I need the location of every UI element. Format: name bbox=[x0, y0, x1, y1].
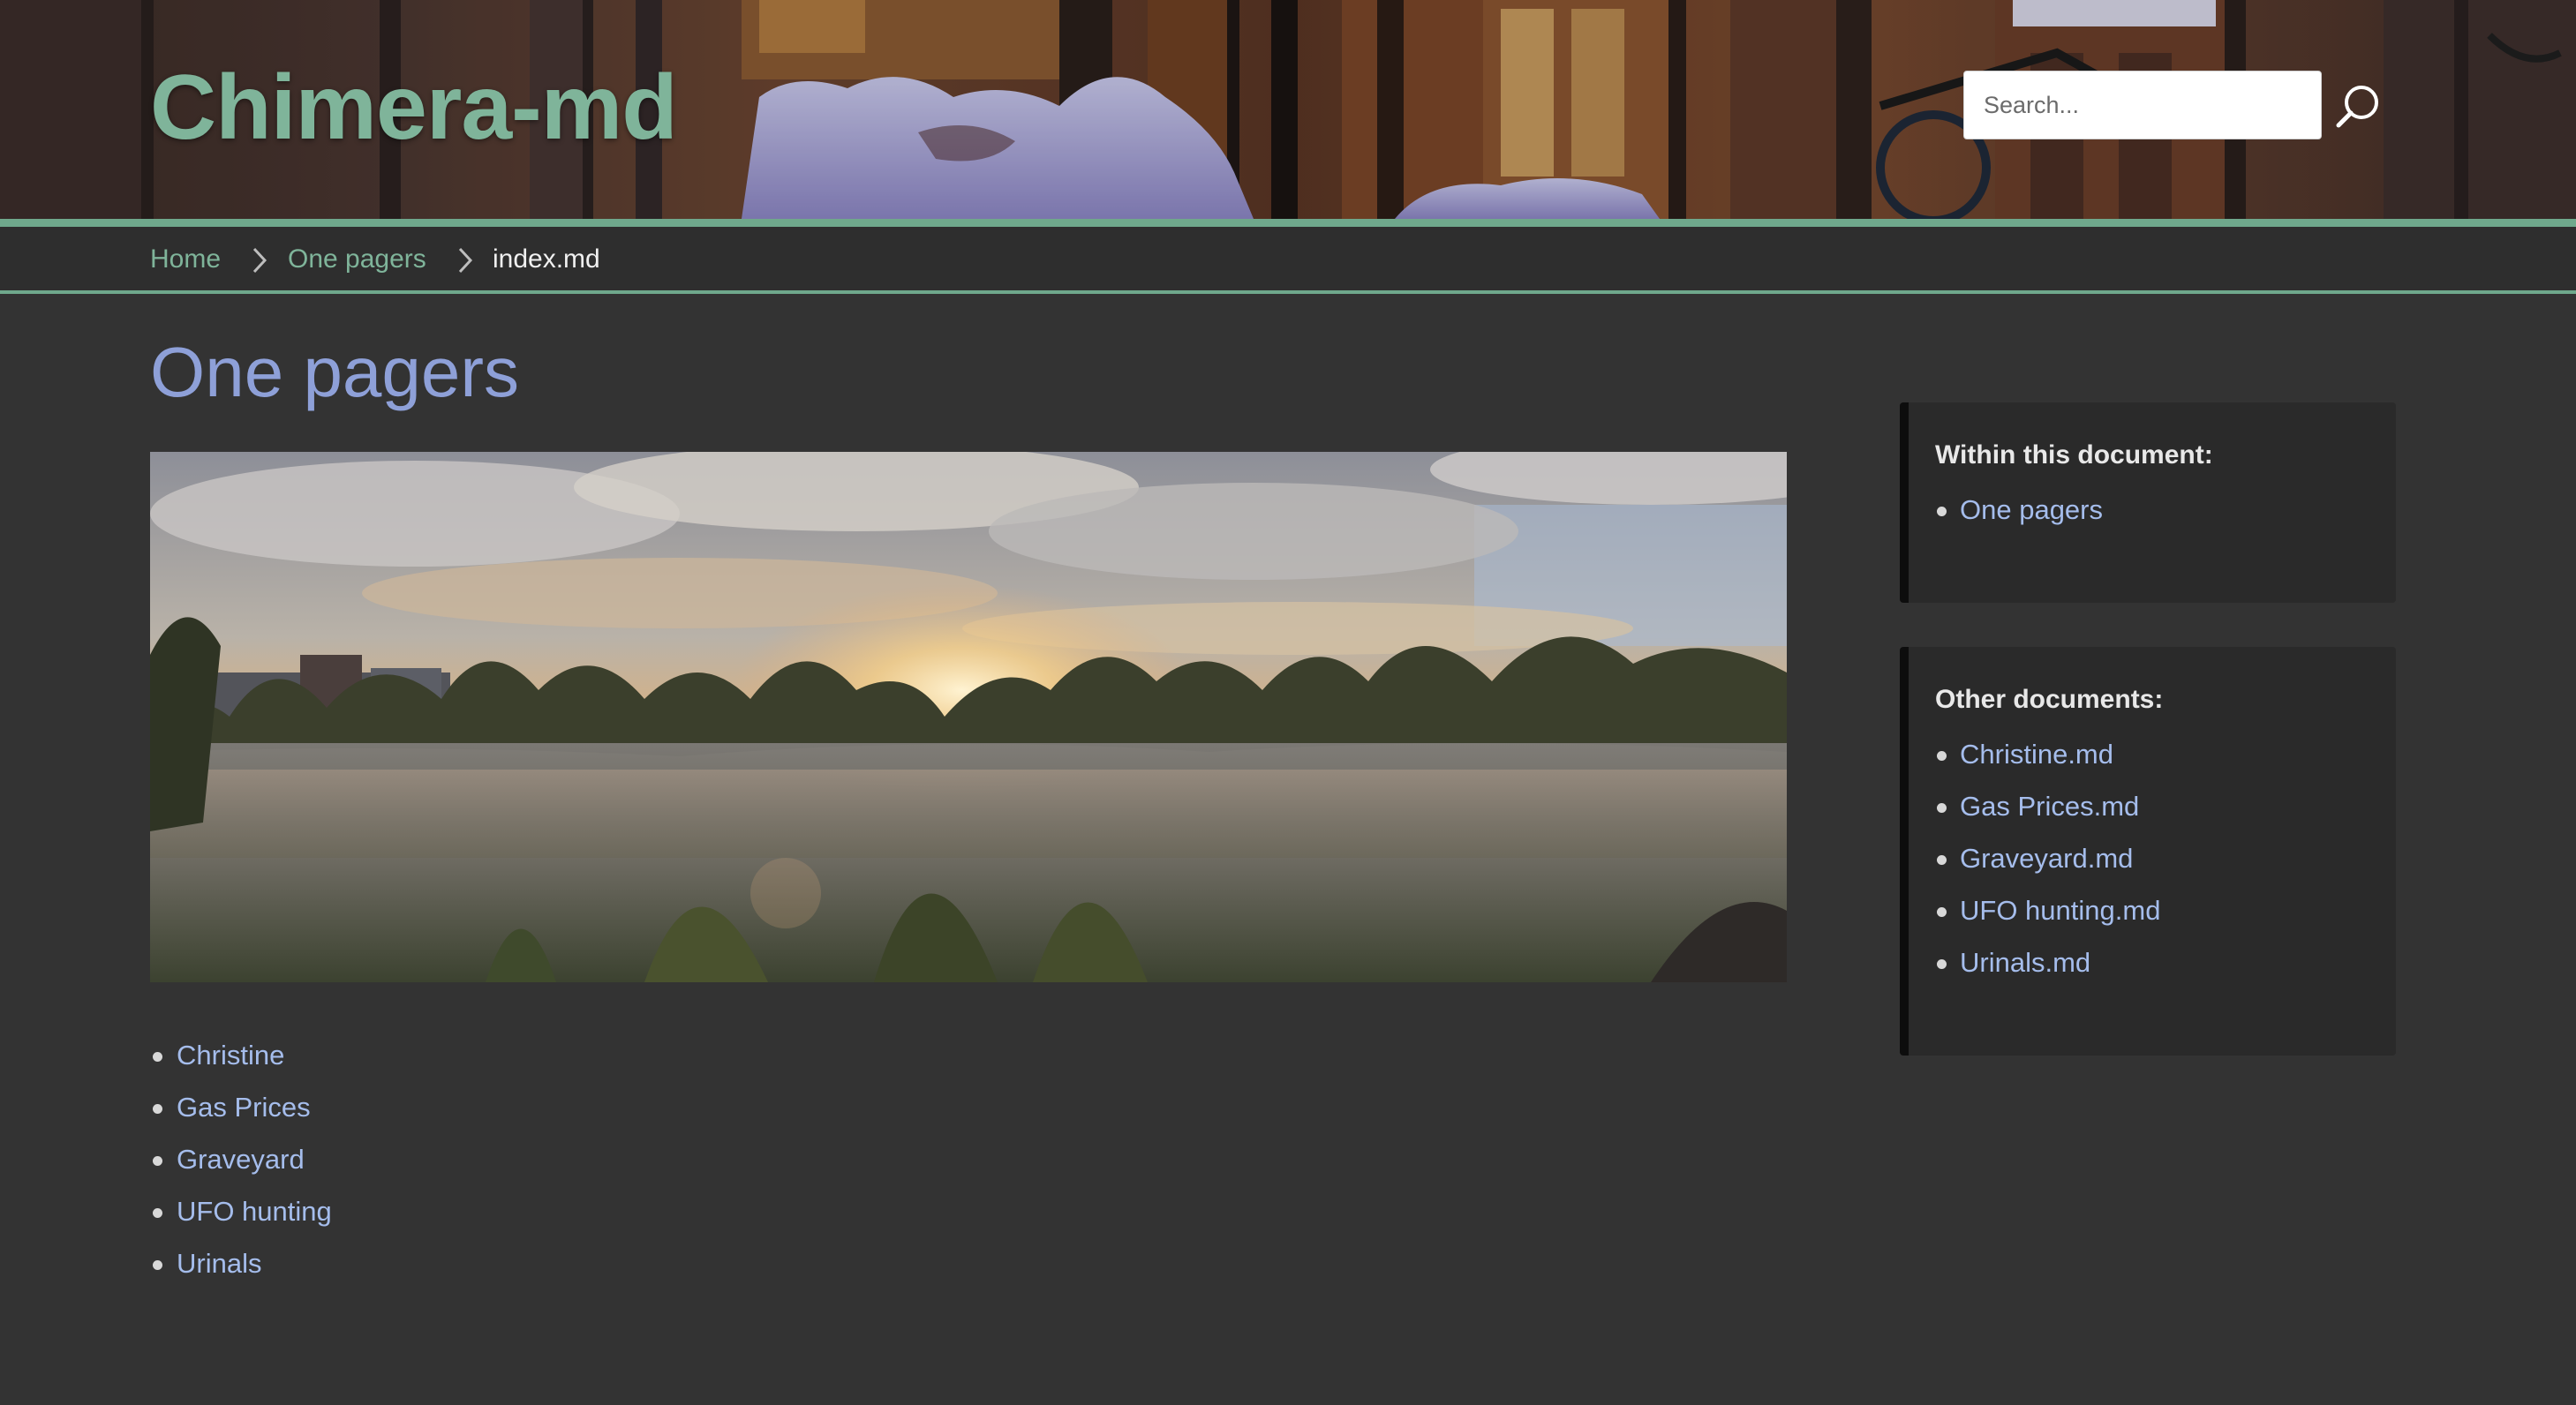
breadcrumb-one-pagers[interactable]: One pagers bbox=[288, 243, 426, 276]
list-item: One pagers bbox=[1935, 489, 2369, 541]
other-doc-graveyard[interactable]: Graveyard.md bbox=[1960, 843, 2133, 874]
link-urinals[interactable]: Urinals bbox=[177, 1248, 261, 1279]
list-item: Urinals.md bbox=[1935, 942, 2369, 994]
other-doc-urinals[interactable]: Urinals.md bbox=[1960, 947, 2090, 978]
header-divider bbox=[0, 219, 2576, 227]
site-title[interactable]: Chimera-md bbox=[150, 55, 678, 161]
other-documents-panel: Other documents: Christine.md Gas Prices… bbox=[1900, 647, 2396, 1056]
page-title: One pagers bbox=[150, 333, 520, 411]
other-doc-ufo-hunting[interactable]: UFO hunting.md bbox=[1960, 895, 2160, 926]
hero-landscape-image bbox=[150, 452, 1787, 982]
list-item: UFO hunting.md bbox=[1935, 890, 2369, 942]
list-item: Gas Prices.md bbox=[1935, 785, 2369, 838]
other-doc-gas-prices[interactable]: Gas Prices.md bbox=[1960, 791, 2139, 822]
list-item: Gas Prices bbox=[150, 1086, 332, 1138]
toc-link-one-pagers[interactable]: One pagers bbox=[1960, 494, 2103, 525]
other-documents-list: Christine.md Gas Prices.md Graveyard.md … bbox=[1935, 733, 2369, 994]
link-gas-prices[interactable]: Gas Prices bbox=[177, 1092, 311, 1123]
within-document-list: One pagers bbox=[1935, 489, 2369, 541]
chevron-right-icon bbox=[458, 247, 473, 274]
list-item: Graveyard.md bbox=[1935, 838, 2369, 890]
link-ufo-hunting[interactable]: UFO hunting bbox=[177, 1196, 332, 1227]
search-icon bbox=[2336, 86, 2378, 128]
search-input[interactable] bbox=[1963, 71, 2322, 139]
search-button[interactable] bbox=[2331, 79, 2385, 134]
document-link-list: Christine Gas Prices Graveyard UFO hunti… bbox=[150, 1034, 332, 1295]
chevron-right-icon bbox=[252, 247, 267, 274]
link-graveyard[interactable]: Graveyard bbox=[177, 1144, 305, 1175]
list-item: Christine.md bbox=[1935, 733, 2369, 785]
list-item: Christine bbox=[150, 1034, 332, 1086]
list-item: Graveyard bbox=[150, 1138, 332, 1191]
list-item: UFO hunting bbox=[150, 1191, 332, 1243]
site-header: Chimera-md bbox=[0, 0, 2576, 219]
other-doc-christine[interactable]: Christine.md bbox=[1960, 739, 2113, 770]
breadcrumb-current: index.md bbox=[493, 244, 600, 274]
other-documents-heading: Other documents: bbox=[1935, 685, 2164, 714]
within-document-heading: Within this document: bbox=[1935, 440, 2213, 470]
breadcrumb-home[interactable]: Home bbox=[150, 243, 221, 276]
within-document-panel: Within this document: One pagers bbox=[1900, 402, 2396, 603]
link-christine[interactable]: Christine bbox=[177, 1040, 284, 1071]
list-item: Urinals bbox=[150, 1243, 332, 1295]
breadcrumb: Home One pagers index.md bbox=[0, 227, 2576, 294]
